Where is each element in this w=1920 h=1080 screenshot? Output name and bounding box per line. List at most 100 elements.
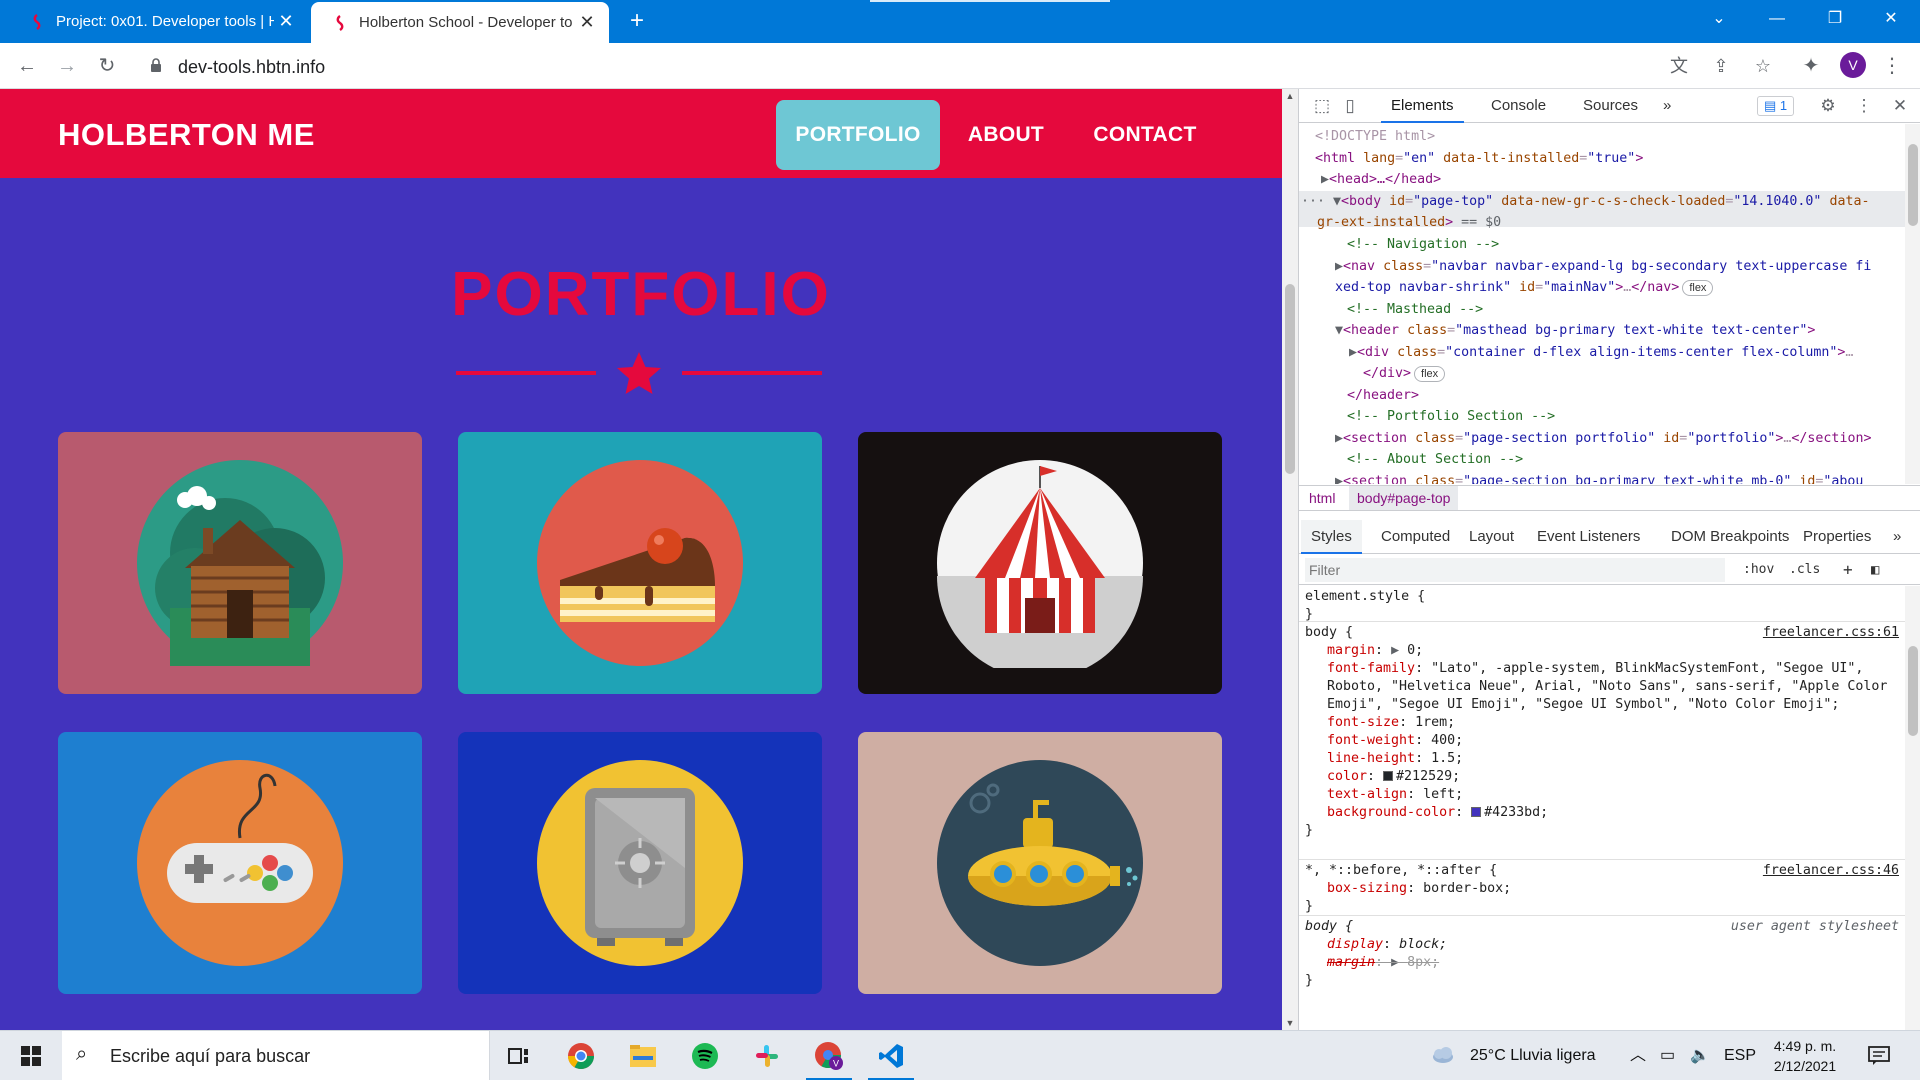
portfolio-item-safe[interactable]	[458, 732, 822, 994]
tray-chevron-up-icon[interactable]: ︿	[1630, 1031, 1646, 1080]
reload-icon[interactable]: ↻	[92, 51, 122, 81]
tab-computed[interactable]: Computed	[1371, 520, 1460, 554]
browser-menu-icon[interactable]: ⋮	[1882, 51, 1902, 81]
prop-background-color[interactable]: background-color: #4233bd;	[1305, 804, 1899, 822]
rule-source-link[interactable]: freelancer.css:46	[1763, 862, 1899, 880]
tab-sources[interactable]: Sources	[1573, 89, 1648, 123]
weather-text[interactable]: 25°C Lluvia ligera	[1470, 1031, 1596, 1080]
chrome-icon[interactable]	[552, 1031, 610, 1080]
tab-dom-breakpoints[interactable]: DOM Breakpoints	[1661, 520, 1799, 554]
color-swatch[interactable]	[1383, 771, 1394, 781]
site-brand[interactable]: HOLBERTON ME	[58, 117, 315, 153]
dom-comment-about[interactable]: <!-- About Section -->	[1347, 449, 1523, 471]
share-icon[interactable]: ⇪	[1708, 53, 1734, 79]
inspect-element-icon[interactable]: ⬚	[1311, 95, 1333, 117]
new-style-rule-icon[interactable]: +	[1843, 559, 1853, 581]
new-tab-button[interactable]: +	[622, 6, 652, 36]
rule-universal[interactable]: *, *::before, *::after { freelancer.css:…	[1299, 860, 1905, 916]
taskbar-search[interactable]: ⌕ Escribe aquí para buscar	[62, 1031, 490, 1080]
dom-section-about[interactable]: ▶<section class="page-section bg-primary…	[1335, 471, 1863, 485]
rule-source-link[interactable]: freelancer.css:61	[1763, 624, 1899, 642]
portfolio-item-game-controller[interactable]	[58, 732, 422, 994]
prop-font-size[interactable]: font-size: 1rem;	[1305, 714, 1899, 732]
dom-scrollbar[interactable]	[1905, 124, 1920, 484]
nav-portfolio[interactable]: PORTFOLIO	[776, 100, 940, 170]
nav-about[interactable]: ABOUT	[956, 100, 1056, 170]
prop-font-family[interactable]: font-family: "Lato", -apple-system, Blin…	[1305, 660, 1899, 714]
tab-search-icon[interactable]: ⌄	[1690, 0, 1748, 38]
styles-filter-input[interactable]	[1305, 558, 1725, 582]
url-text[interactable]: dev-tools.hbtn.info	[178, 57, 325, 78]
tab-console[interactable]: Console	[1481, 89, 1556, 123]
spotify-icon[interactable]	[676, 1031, 734, 1080]
vscode-icon[interactable]	[862, 1031, 920, 1080]
prop-margin[interactable]: margin: ▶ 0;	[1305, 642, 1899, 660]
flex-badge[interactable]: flex	[1682, 280, 1714, 296]
hov-toggle[interactable]: :hov	[1743, 559, 1774, 581]
tab-layout[interactable]: Layout	[1459, 520, 1524, 554]
dom-nav-node[interactable]: ▶<nav class="navbar navbar-expand-lg bg-…	[1335, 256, 1905, 299]
rule-element-style[interactable]: element.style { }	[1299, 586, 1905, 622]
issues-badge[interactable]: ▤ 1	[1757, 96, 1795, 116]
prop-display[interactable]: display: block;	[1305, 936, 1899, 954]
dom-html-node[interactable]: <html lang="en" data-lt-installed="true"…	[1315, 148, 1643, 170]
rule-body-freelancer[interactable]: body { freelancer.css:61 margin: ▶ 0; fo…	[1299, 622, 1905, 860]
slack-icon[interactable]	[738, 1031, 796, 1080]
scrollbar-thumb[interactable]	[1285, 284, 1295, 474]
browser-tab-active[interactable]: Holberton School - Developer to ✕	[311, 2, 609, 43]
scroll-down-arrow-icon[interactable]: ▼	[1282, 1018, 1298, 1028]
forward-icon[interactable]: →	[52, 51, 82, 81]
color-swatch[interactable]	[1471, 807, 1482, 817]
more-subtabs-icon[interactable]: »	[1883, 520, 1911, 554]
dom-section-portfolio[interactable]: ▶<section class="page-section portfolio"…	[1335, 428, 1871, 450]
window-close-icon[interactable]: ✕	[1862, 0, 1920, 38]
tab-elements[interactable]: Elements	[1381, 89, 1464, 123]
styles-scrollbar[interactable]	[1905, 586, 1920, 1030]
system-clock[interactable]: 4:49 p. m. 2/12/2021	[1760, 1036, 1850, 1076]
cls-toggle[interactable]: .cls	[1789, 559, 1820, 581]
tab-styles[interactable]: Styles	[1301, 520, 1362, 554]
dom-comment-portfolio[interactable]: <!-- Portfolio Section -->	[1347, 406, 1555, 428]
extensions-icon[interactable]: ✦	[1796, 51, 1826, 81]
prop-font-weight[interactable]: font-weight: 400;	[1305, 732, 1899, 750]
more-tabs-icon[interactable]: »	[1653, 89, 1681, 123]
portfolio-item-cabin[interactable]	[58, 432, 422, 694]
tab-properties[interactable]: Properties	[1793, 520, 1881, 554]
dom-comment-navigation[interactable]: <!-- Navigation -->	[1347, 234, 1499, 256]
dom-div-close[interactable]: </div> flex	[1363, 363, 1446, 385]
chrome-profile-icon[interactable]: V	[800, 1031, 858, 1080]
dom-body-node[interactable]: ··· ▼<body id="page-top" data-new-gr-c-s…	[1299, 190, 1905, 230]
close-icon[interactable]: ✕	[274, 11, 298, 32]
nav-contact[interactable]: CONTACT	[1086, 100, 1204, 170]
prop-text-align[interactable]: text-align: left;	[1305, 786, 1899, 804]
back-icon[interactable]: ←	[12, 51, 42, 81]
portfolio-item-cake[interactable]	[458, 432, 822, 694]
prop-color[interactable]: color: #212529;	[1305, 768, 1899, 786]
devtools-close-icon[interactable]: ✕	[1889, 95, 1911, 117]
task-view-icon[interactable]	[490, 1031, 548, 1080]
scroll-up-arrow-icon[interactable]: ▲	[1282, 91, 1298, 101]
devtools-menu-icon[interactable]: ⋮	[1853, 95, 1875, 117]
language-indicator[interactable]: ESP	[1724, 1031, 1756, 1080]
volume-icon[interactable]: 🔈	[1690, 1031, 1710, 1080]
address-bar[interactable]: dev-tools.hbtn.info ⽂ ⇪ ☆	[140, 49, 1771, 83]
battery-icon[interactable]: ▭	[1660, 1031, 1675, 1080]
breadcrumb-body[interactable]: body#page-top	[1349, 486, 1459, 510]
minimize-icon[interactable]: —	[1748, 0, 1806, 38]
dom-comment-masthead[interactable]: <!-- Masthead -->	[1347, 299, 1483, 321]
prop-box-sizing[interactable]: box-sizing: border-box;	[1305, 880, 1899, 898]
bookmark-star-icon[interactable]: ☆	[1750, 53, 1776, 79]
dom-tree[interactable]: <!DOCTYPE html> <html lang="en" data-lt-…	[1299, 124, 1905, 484]
portfolio-item-circus[interactable]	[858, 432, 1222, 694]
dom-doctype[interactable]: <!DOCTYPE html>	[1315, 126, 1435, 148]
flex-badge[interactable]: flex	[1414, 366, 1446, 382]
device-toolbar-icon[interactable]: ▯	[1339, 95, 1361, 117]
profile-avatar[interactable]: V	[1840, 52, 1866, 78]
restore-icon[interactable]: ❐	[1806, 0, 1864, 38]
file-explorer-icon[interactable]	[614, 1031, 672, 1080]
toggle-sidebar-icon[interactable]: ◧	[1871, 559, 1879, 581]
dom-div-node[interactable]: ▶<div class="container d-flex align-item…	[1349, 342, 1853, 364]
dom-head-node[interactable]: ▶<head>…</head>	[1321, 169, 1441, 191]
prop-line-height[interactable]: line-height: 1.5;	[1305, 750, 1899, 768]
scrollbar-thumb[interactable]	[1908, 144, 1918, 226]
